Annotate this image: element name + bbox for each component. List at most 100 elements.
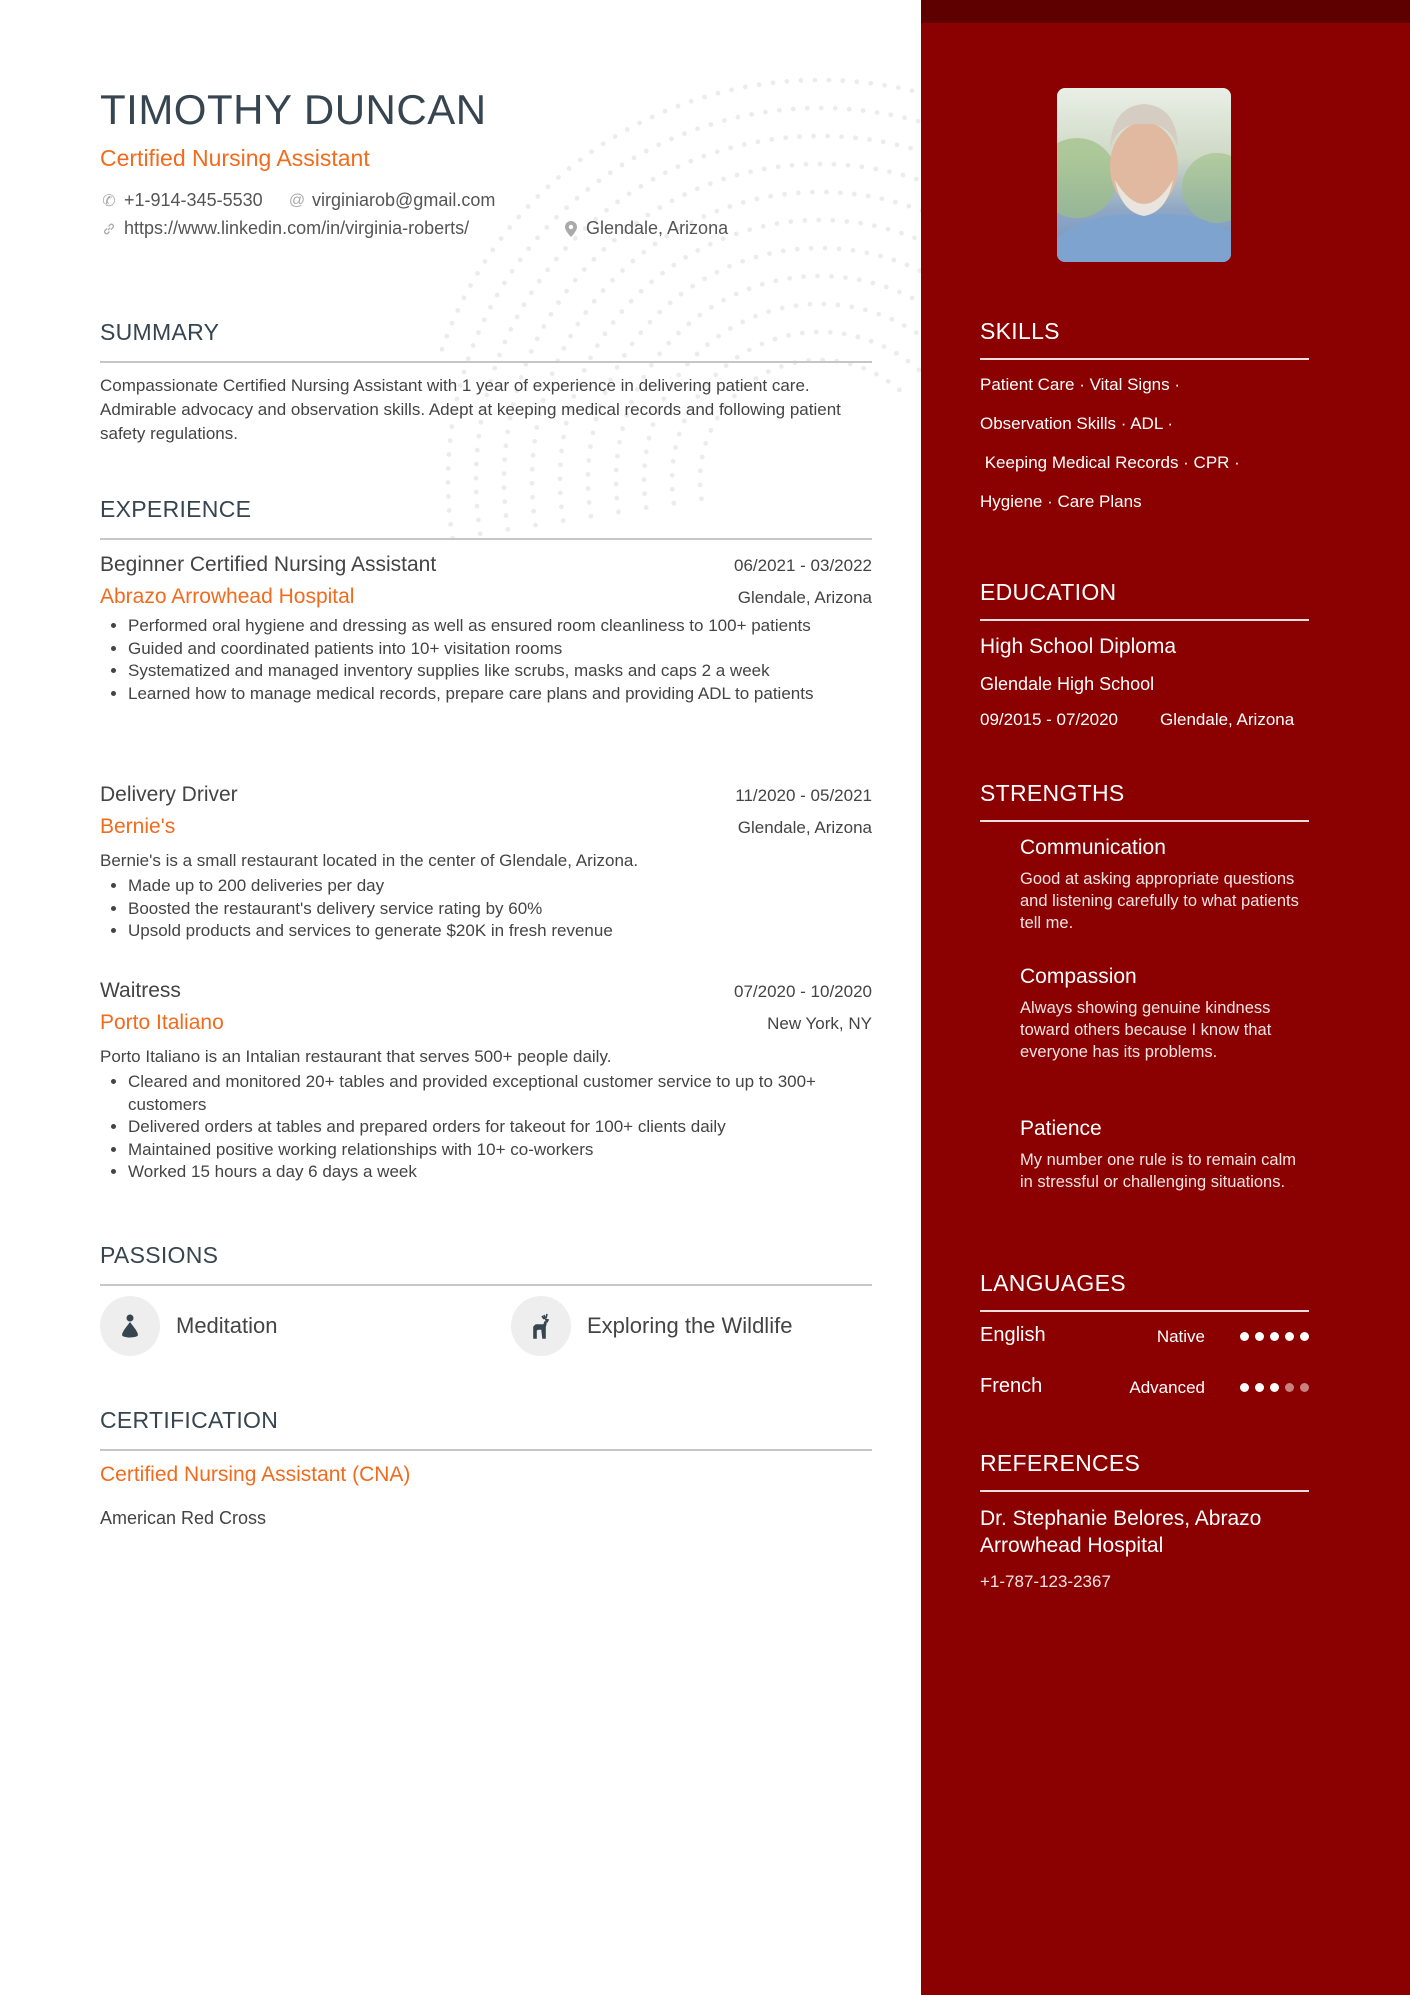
job-bullet: Boosted the restaurant's delivery servic… (128, 898, 872, 921)
job-bullet: Learned how to manage medical records, p… (128, 683, 872, 706)
contact-email[interactable]: @ virginiarob@gmail.com (288, 190, 495, 211)
passion-label: Meditation (176, 1313, 278, 1338)
passion-label: Exploring the Wildlife (587, 1313, 793, 1338)
summary-text: Compassionate Certified Nursing Assistan… (100, 376, 841, 443)
experience-item: Beginner Certified Nursing Assistant 06/2… (100, 553, 872, 705)
passion-item: Meditation (100, 1296, 278, 1356)
reference-phone: +1-787-123-2367 (980, 1572, 1111, 1591)
phone-icon: ✆ (102, 192, 116, 210)
meditation-icon (100, 1296, 160, 1356)
rating-dot-empty (1285, 1383, 1294, 1392)
experience-heading-text: EXPERIENCE (100, 496, 252, 522)
job-role: Beginner Certified Nursing Assistant (100, 553, 437, 576)
job-bullets: Performed oral hygiene and dressing as w… (100, 615, 872, 705)
certification-heading-text: CERTIFICATION (100, 1407, 279, 1433)
language-item: French Advanced (980, 1375, 1309, 1403)
job-description: Porto Italiano is an Intalian restaurant… (100, 1047, 612, 1066)
rating-dot-empty (1300, 1383, 1309, 1392)
email-text[interactable]: virginiarob@gmail.com (312, 190, 495, 211)
strength-item: Compassion Always showing genuine kindne… (1020, 965, 1310, 1063)
summary-heading: SUMMARY (100, 319, 872, 363)
skills-divider (980, 358, 1309, 360)
job-location: New York, NY (767, 1014, 872, 1033)
main-column: TIMOTHY DUNCAN Certified Nursing Assista… (0, 0, 921, 1995)
certification-heading: CERTIFICATION (100, 1407, 872, 1451)
phone-text: +1-914-345-5530 (124, 190, 263, 210)
candidate-title: Certified Nursing Assistant (100, 145, 370, 171)
certification-name: Certified Nursing Assistant (CNA) (100, 1463, 411, 1486)
job-bullet: Guided and coordinated patients into 10+… (128, 638, 872, 661)
job-role: Waitress (100, 979, 181, 1002)
education-location: Glendale, Arizona (1160, 710, 1295, 729)
linkedin-text[interactable]: https://www.linkedin.com/in/virginia-rob… (124, 218, 469, 239)
skills-line: Patient Care · Vital Signs · (980, 375, 1180, 394)
contact-linkedin[interactable]: https://www.linkedin.com/in/virginia-rob… (100, 218, 469, 239)
job-bullet: Systematized and managed inventory suppl… (128, 660, 872, 683)
job-bullet: Upsold products and services to generate… (128, 920, 872, 943)
strength-desc: Good at asking appropriate questions and… (1020, 870, 1299, 932)
strengths-divider (980, 820, 1309, 822)
job-company: Abrazo Arrowhead Hospital (100, 585, 355, 608)
at-icon: @ (288, 191, 306, 209)
job-bullet: Delivered orders at tables and prepared … (128, 1116, 872, 1139)
link-icon (100, 222, 118, 236)
job-bullet: Worked 15 hours a day 6 days a week (128, 1161, 872, 1184)
profile-photo (1057, 88, 1231, 262)
certification-divider (100, 1449, 872, 1451)
strengths-heading: STRENGTHS (980, 780, 1309, 822)
education-school: Glendale High School (980, 674, 1155, 694)
references-heading: REFERENCES (980, 1450, 1309, 1492)
skills-line: Hygiene · Care Plans (980, 492, 1142, 511)
strength-title: Compassion (1020, 965, 1137, 988)
job-company: Porto Italiano (100, 1011, 224, 1034)
deer-icon (511, 1296, 571, 1356)
rating-dot-filled (1270, 1332, 1279, 1341)
strength-desc: Always showing genuine kindness toward o… (1020, 999, 1272, 1061)
experience-item: Delivery Driver 11/2020 - 05/2021 Bernie'… (100, 783, 872, 943)
education-dates: 09/2015 - 07/2020 (980, 710, 1119, 729)
reference-name: Dr. Stephanie Belores, Abrazo Arrowhead … (980, 1507, 1262, 1557)
contact-phone: ✆ +1-914-345-5530 (100, 190, 263, 211)
job-dates: 06/2021 - 03/2022 (733, 556, 872, 575)
rating-dot-filled (1285, 1332, 1294, 1341)
rating-dot-filled (1270, 1383, 1279, 1392)
job-description: Bernie's is a small restaurant located i… (100, 851, 639, 870)
passions-heading: PASSIONS (100, 1242, 872, 1286)
skills-line: Keeping Medical Records · CPR · (980, 453, 1240, 472)
strength-item: Communication Good at asking appropriate… (1020, 836, 1310, 934)
skills-heading-text: SKILLS (980, 318, 1060, 344)
references-divider (980, 1490, 1309, 1492)
summary-divider (100, 361, 872, 363)
language-name: English (980, 1324, 1046, 1346)
job-dates: 07/2020 - 10/2020 (733, 982, 872, 1001)
education-heading-text: EDUCATION (980, 579, 1117, 605)
job-bullets: Made up to 200 deliveries per day Booste… (100, 875, 872, 943)
strength-title: Patience (1020, 1117, 1102, 1140)
language-name: French (980, 1375, 1043, 1397)
experience-divider (100, 538, 872, 540)
job-company: Bernie's (100, 815, 176, 838)
candidate-name: TIMOTHY DUNCAN (100, 86, 487, 133)
education-degree: High School Diploma (980, 635, 1177, 658)
job-bullets: Cleared and monitored 20+ tables and pro… (100, 1071, 872, 1184)
strength-desc: My number one rule is to remain calm in … (1020, 1151, 1297, 1191)
strength-item: Patience My number one rule is to remain… (1020, 1117, 1310, 1193)
passion-item: Exploring the Wildlife (511, 1296, 792, 1356)
language-level: Native (1156, 1327, 1205, 1346)
sidebar: SKILLS Patient Care · Vital Signs · Obse… (921, 0, 1410, 1995)
job-bullet: Maintained positive working relationship… (128, 1139, 872, 1162)
language-level: Advanced (1129, 1378, 1205, 1397)
summary-heading-text: SUMMARY (100, 319, 220, 345)
passions-divider (100, 1284, 872, 1286)
location-text: Glendale, Arizona (586, 218, 729, 238)
language-rating (1240, 1383, 1309, 1392)
skills-line: Observation Skills · ADL · (980, 414, 1174, 433)
experience-item: Waitress 07/2020 - 10/2020 Porto Italiano… (100, 979, 872, 1184)
job-bullet: Made up to 200 deliveries per day (128, 875, 872, 898)
strengths-heading-text: STRENGTHS (980, 780, 1125, 806)
job-bullet: Performed oral hygiene and dressing as w… (128, 615, 872, 638)
languages-heading-text: LANGUAGES (980, 1270, 1126, 1296)
job-role: Delivery Driver (100, 783, 238, 806)
rating-dot-filled (1255, 1383, 1264, 1392)
skills-heading: SKILLS (980, 318, 1309, 360)
